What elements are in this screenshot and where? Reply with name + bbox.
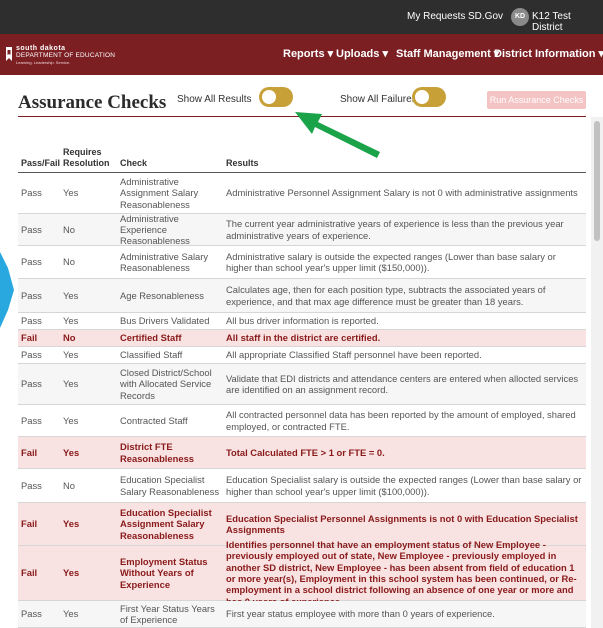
table-row: Fail No Certified Staff All staff in the di… <box>18 330 586 347</box>
status-cell: Pass <box>21 315 42 327</box>
table-row: Fail Yes Employment Status Without Years o… <box>18 539 586 607</box>
header-requires-line1: Requires <box>63 147 102 157</box>
status-cell: Pass <box>21 479 42 491</box>
check-name-cell: Contracted Staff <box>120 414 188 426</box>
show-all-failures-toggle[interactable] <box>412 87 446 107</box>
result-cell: First year status employee with more tha… <box>226 608 495 620</box>
logo-title: south dakota <box>16 45 66 52</box>
result-cell: Validate that EDI districts and attendan… <box>226 372 579 395</box>
header-pass-fail: Pass/Fail <box>21 158 61 168</box>
table-row: Pass No Administrative Salary Reasonablene… <box>18 246 586 279</box>
table-row: Pass Yes First Year Status Years of Experi… <box>18 601 586 628</box>
nav-reports[interactable]: Reports ▾ <box>283 47 333 60</box>
show-all-results-toggle[interactable] <box>259 87 293 107</box>
status-cell: Pass <box>21 289 42 301</box>
nav-staff-management[interactable]: Staff Management ▾ <box>396 47 499 60</box>
table-row: Pass Yes Administrative Assignment Salary … <box>18 173 586 214</box>
header-check: Check <box>120 158 148 168</box>
sdgov-link[interactable]: SD.Gov <box>468 11 503 22</box>
requires-resolution-cell: No <box>63 223 75 235</box>
result-cell: Total Calculated FTE > 1 or FTE = 0. <box>226 446 385 458</box>
header-requires-line2: Resolution <box>63 158 110 168</box>
result-cell: Education Specialist salary is outside t… <box>226 474 582 497</box>
scrollbar[interactable] <box>591 117 603 628</box>
page-title: Assurance Checks <box>18 92 167 113</box>
requires-resolution-cell: No <box>63 479 75 491</box>
nav-uploads[interactable]: Uploads ▾ <box>336 47 388 60</box>
requires-resolution-cell: Yes <box>63 289 79 301</box>
status-cell: Pass <box>21 256 42 268</box>
requires-resolution-cell: Yes <box>63 187 79 199</box>
header-results: Results <box>226 158 259 168</box>
result-cell: All contracted personnel data has been r… <box>226 409 576 432</box>
result-cell: Identifies personnel that have an employ… <box>226 539 577 606</box>
requires-resolution-cell: Yes <box>63 608 79 620</box>
check-name-cell: Administrative Salary Reasonableness <box>120 250 209 273</box>
table-row: Pass Yes Contracted Staff All contracted pe… <box>18 405 586 437</box>
requires-resolution-cell: No <box>63 332 76 344</box>
state-logo-icon <box>6 47 12 61</box>
requires-resolution-cell: Yes <box>63 349 79 361</box>
check-name-cell: Age Resonableness <box>120 289 204 301</box>
table-row: Pass Yes Classified Staff All appropriate C… <box>18 347 586 364</box>
table-row: Pass No Administrative Experience Reasonab… <box>18 212 586 247</box>
status-cell: Pass <box>21 378 42 390</box>
toggle-knob <box>415 90 429 104</box>
cyan-arrow-annotation <box>0 252 14 328</box>
table-row: Pass No Education Specialist Salary Reason… <box>18 469 586 503</box>
status-cell: Pass <box>21 608 42 620</box>
my-requests-link[interactable]: My Requests <box>407 11 465 22</box>
top-utility-bar: My Requests SD.Gov KD K12 Test District <box>0 0 603 34</box>
requires-resolution-cell: Yes <box>63 378 79 390</box>
table-row: Pass Yes Closed District/School with Alloc… <box>18 364 586 405</box>
result-cell: Administrative Personnel Assignment Sala… <box>226 187 578 199</box>
check-name-cell: Closed District/School with Allocated Se… <box>120 367 212 401</box>
check-name-cell: Classified Staff <box>120 349 183 361</box>
scrollbar-thumb[interactable] <box>594 121 600 241</box>
requires-resolution-cell: Yes <box>63 414 79 426</box>
run-assurance-checks-button[interactable]: Run Assurance Checks <box>487 91 586 109</box>
nav-district-information[interactable]: District Information ▾ <box>494 47 603 60</box>
toggle-knob <box>262 90 276 104</box>
requires-resolution-cell: Yes <box>63 518 80 530</box>
check-name-cell: Administrative Assignment Salary Reasona… <box>120 176 199 210</box>
requires-resolution-cell: Yes <box>63 315 79 327</box>
status-cell: Pass <box>21 187 42 199</box>
table-row: Pass Yes Bus Drivers Validated All bus driv… <box>18 313 586 330</box>
check-name-cell: Bus Drivers Validated <box>120 315 210 327</box>
check-name-cell: Certified Staff <box>120 332 182 344</box>
requires-resolution-cell: No <box>63 256 75 268</box>
result-cell: All bus driver information is reported. <box>226 315 379 327</box>
check-name-cell: Administrative Experience Reasonableness <box>120 212 190 247</box>
check-name-cell: District FTE Reasonableness <box>120 441 194 464</box>
status-cell: Fail <box>21 518 38 530</box>
show-all-results-label: Show All Results <box>177 94 252 105</box>
table-row: Fail Yes District FTE Reasonableness Total … <box>18 437 586 469</box>
avatar[interactable]: KD <box>511 8 529 26</box>
result-cell: Calculates age, then for each position t… <box>226 284 546 307</box>
district-name[interactable]: K12 Test District <box>532 11 603 33</box>
table-row: Pass Yes Age Resonableness Calculates age, … <box>18 279 586 313</box>
status-cell: Fail <box>21 446 38 458</box>
status-cell: Fail <box>21 332 38 344</box>
result-cell: All appropriate Classified Staff personn… <box>226 349 482 361</box>
logo-tagline: Learning. Leadership. Service. <box>16 60 71 65</box>
requires-resolution-cell: Yes <box>63 446 80 458</box>
result-cell: Administrative salary is outside the exp… <box>226 250 556 273</box>
result-cell: All staff in the district are certified. <box>226 332 381 344</box>
check-name-cell: Employment Status Without Years of Exper… <box>120 556 208 590</box>
green-arrow-annotation <box>295 112 380 158</box>
status-cell: Fail <box>21 567 38 579</box>
status-cell: Pass <box>21 414 42 426</box>
requires-resolution-cell: Yes <box>63 567 80 579</box>
check-name-cell: Education Specialist Assignment Salary R… <box>120 507 212 541</box>
result-cell: The current year administrative years of… <box>226 218 564 241</box>
status-cell: Pass <box>21 349 42 361</box>
check-name-cell: First Year Status Years of Experience <box>120 602 215 625</box>
logo-subtitle: DEPARTMENT OF EDUCATION <box>16 52 116 59</box>
status-cell: Pass <box>21 223 42 235</box>
check-name-cell: Education Specialist Salary Reasonablene… <box>120 474 220 497</box>
